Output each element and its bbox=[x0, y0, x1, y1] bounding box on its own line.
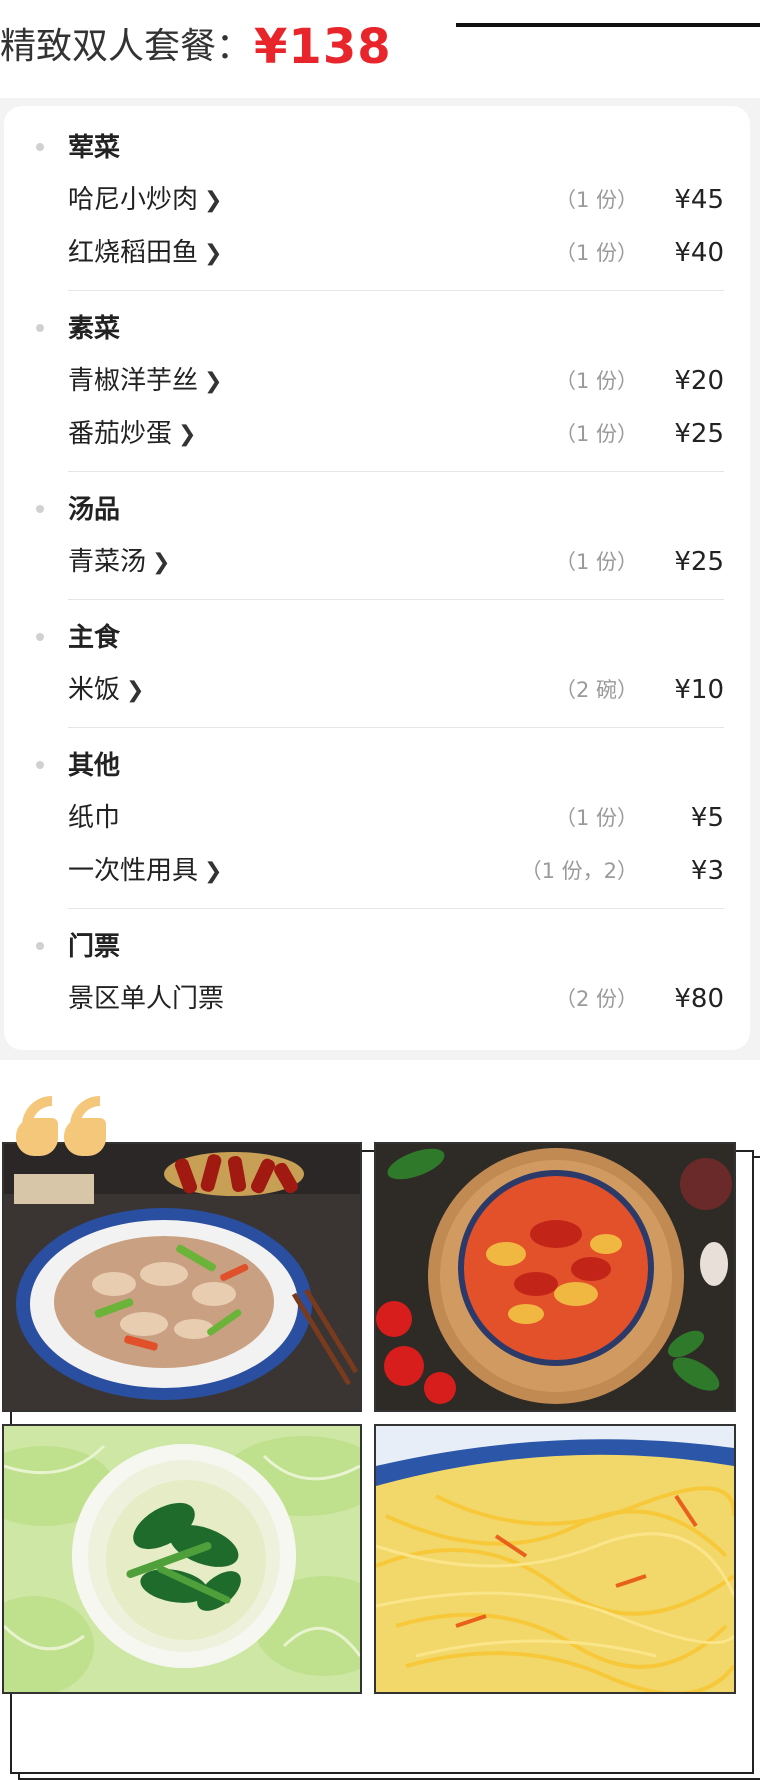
item-name: 青菜汤 ❯ bbox=[68, 542, 170, 584]
item-name-text: 景区单人门票 bbox=[68, 984, 225, 1014]
package-title: 精致双人套餐：¥138 bbox=[0, 16, 392, 76]
menu-item[interactable]: 一次性用具 ❯ （1 份，2） ¥3 bbox=[4, 845, 750, 898]
greens-soup-image bbox=[4, 1426, 360, 1692]
chevron-right-icon[interactable]: ❯ bbox=[126, 671, 144, 711]
shredded-potato-image bbox=[376, 1426, 734, 1692]
item-price: ¥3 bbox=[690, 856, 724, 886]
package-price: ¥138 bbox=[254, 19, 392, 75]
bullet-icon bbox=[36, 505, 44, 513]
page-header: 精致双人套餐：¥138 bbox=[0, 0, 760, 98]
bullet-icon bbox=[36, 143, 44, 151]
item-price: ¥25 bbox=[674, 547, 724, 577]
item-name-text: 一次性用具 bbox=[68, 856, 199, 886]
item-name: 纸巾 bbox=[68, 798, 120, 838]
section-header: 汤品 bbox=[4, 482, 750, 536]
section-title: 门票 bbox=[68, 932, 121, 962]
stir-fried-pork-photo[interactable] bbox=[2, 1142, 362, 1412]
chevron-right-icon[interactable]: ❯ bbox=[152, 543, 170, 583]
section-header: 主食 bbox=[4, 610, 750, 664]
tomato-egg-image bbox=[376, 1144, 734, 1410]
menu-item: 景区单人门票 （2 份） ¥80 bbox=[4, 973, 750, 1026]
greens-soup-photo[interactable] bbox=[2, 1424, 362, 1694]
bullet-icon bbox=[36, 942, 44, 950]
item-quantity: （1 份） bbox=[554, 422, 638, 446]
item-price: ¥5 bbox=[690, 803, 724, 833]
section-header: 素菜 bbox=[4, 301, 750, 355]
item-price: ¥40 bbox=[674, 238, 724, 268]
item-quantity: （2 份） bbox=[554, 987, 638, 1011]
item-name-text: 哈尼小炒肉 bbox=[68, 185, 199, 215]
item-name: 景区单人门票 bbox=[68, 979, 224, 1019]
item-name-text: 番茄炒蛋 bbox=[68, 419, 173, 449]
item-name-text: 青菜汤 bbox=[68, 547, 147, 577]
item-name: 哈尼小炒肉 ❯ bbox=[68, 180, 222, 222]
shredded-potato-photo[interactable] bbox=[374, 1424, 736, 1694]
section-title: 汤品 bbox=[68, 495, 121, 525]
bullet-icon bbox=[36, 633, 44, 641]
menu-item[interactable]: 青菜汤 ❯ （1 份） ¥25 bbox=[4, 536, 750, 589]
bullet-icon bbox=[36, 761, 44, 769]
section-header: 其他 bbox=[4, 738, 750, 792]
item-quantity: （1 份） bbox=[554, 241, 638, 265]
bullet-icon bbox=[36, 324, 44, 332]
section-header: 荤菜 bbox=[4, 120, 750, 174]
menu-card: 荤菜 哈尼小炒肉 ❯ （1 份） ¥45 红烧稻田鱼 ❯ （1 份） ¥40 素菜 青椒洋芋丝 ❯ （1… bbox=[4, 106, 750, 1050]
section-title: 其他 bbox=[68, 751, 121, 781]
menu-item[interactable]: 青椒洋芋丝 ❯ （1 份） ¥20 bbox=[4, 355, 750, 408]
item-quantity: （1 份，2） bbox=[520, 859, 638, 883]
header-rule bbox=[456, 23, 760, 27]
menu-section: 汤品青菜汤 ❯ （1 份） ¥25 bbox=[4, 482, 750, 589]
menu-item[interactable]: 米饭 ❯ （2 碗） ¥10 bbox=[4, 664, 750, 717]
chevron-right-icon[interactable]: ❯ bbox=[204, 234, 222, 274]
item-name-text: 红烧稻田鱼 bbox=[68, 238, 199, 268]
menu-card-container: 荤菜 哈尼小炒肉 ❯ （1 份） ¥45 红烧稻田鱼 ❯ （1 份） ¥40 素菜 青椒洋芋丝 ❯ （1… bbox=[0, 98, 760, 1060]
package-name: 精致双人套餐： bbox=[0, 26, 253, 67]
stir-fried-pork-image bbox=[4, 1144, 360, 1410]
menu-item[interactable]: 哈尼小炒肉 ❯ （1 份） ¥45 bbox=[4, 174, 750, 227]
item-price: ¥25 bbox=[674, 419, 724, 449]
menu-item[interactable]: 红烧稻田鱼 ❯ （1 份） ¥40 bbox=[4, 227, 750, 280]
menu-item: 纸巾 （1 份） ¥5 bbox=[4, 792, 750, 845]
item-name-text: 米饭 bbox=[68, 675, 121, 705]
menu-section: 门票景区单人门票 （2 份） ¥80 bbox=[4, 919, 750, 1026]
item-name: 红烧稻田鱼 ❯ bbox=[68, 233, 222, 275]
item-name: 番茄炒蛋 ❯ bbox=[68, 414, 196, 456]
chevron-right-icon[interactable]: ❯ bbox=[178, 415, 196, 455]
section-title: 主食 bbox=[68, 623, 121, 653]
chevron-right-icon[interactable]: ❯ bbox=[204, 181, 222, 221]
menu-section: 素菜 青椒洋芋丝 ❯ （1 份） ¥20 番茄炒蛋 ❯ （1 份） ¥25 bbox=[4, 301, 750, 461]
item-name: 米饭 ❯ bbox=[68, 670, 144, 712]
item-quantity: （1 份） bbox=[554, 188, 638, 212]
item-quantity: （2 碗） bbox=[554, 678, 638, 702]
item-name-text: 青椒洋芋丝 bbox=[68, 366, 199, 396]
item-quantity: （1 份） bbox=[554, 550, 638, 574]
chevron-right-icon[interactable]: ❯ bbox=[204, 362, 222, 402]
chevron-right-icon[interactable]: ❯ bbox=[204, 852, 222, 892]
item-name-text: 纸巾 bbox=[68, 803, 121, 833]
menu-item[interactable]: 番茄炒蛋 ❯ （1 份） ¥25 bbox=[4, 408, 750, 461]
menu-section: 主食米饭 ❯ （2 碗） ¥10 bbox=[4, 610, 750, 717]
item-quantity: （1 份） bbox=[554, 806, 638, 830]
section-header: 门票 bbox=[4, 919, 750, 973]
section-title: 素菜 bbox=[68, 314, 121, 344]
photo-gallery bbox=[0, 1060, 760, 1780]
item-price: ¥10 bbox=[674, 675, 724, 705]
item-name: 一次性用具 ❯ bbox=[68, 851, 222, 893]
quote-mark-icon bbox=[16, 1096, 112, 1160]
section-title: 荤菜 bbox=[68, 133, 121, 163]
item-price: ¥80 bbox=[674, 984, 724, 1014]
tomato-egg-photo[interactable] bbox=[374, 1142, 736, 1412]
item-name: 青椒洋芋丝 ❯ bbox=[68, 361, 222, 403]
item-quantity: （1 份） bbox=[554, 369, 638, 393]
item-price: ¥45 bbox=[674, 185, 724, 215]
item-price: ¥20 bbox=[674, 366, 724, 396]
menu-section: 荤菜哈尼小炒肉 ❯ （1 份） ¥45 红烧稻田鱼 ❯ （1 份） ¥40 bbox=[4, 120, 750, 280]
menu-section: 其他纸巾 （1 份） ¥5 一次性用具 ❯ （1 份，2） ¥3 bbox=[4, 738, 750, 898]
